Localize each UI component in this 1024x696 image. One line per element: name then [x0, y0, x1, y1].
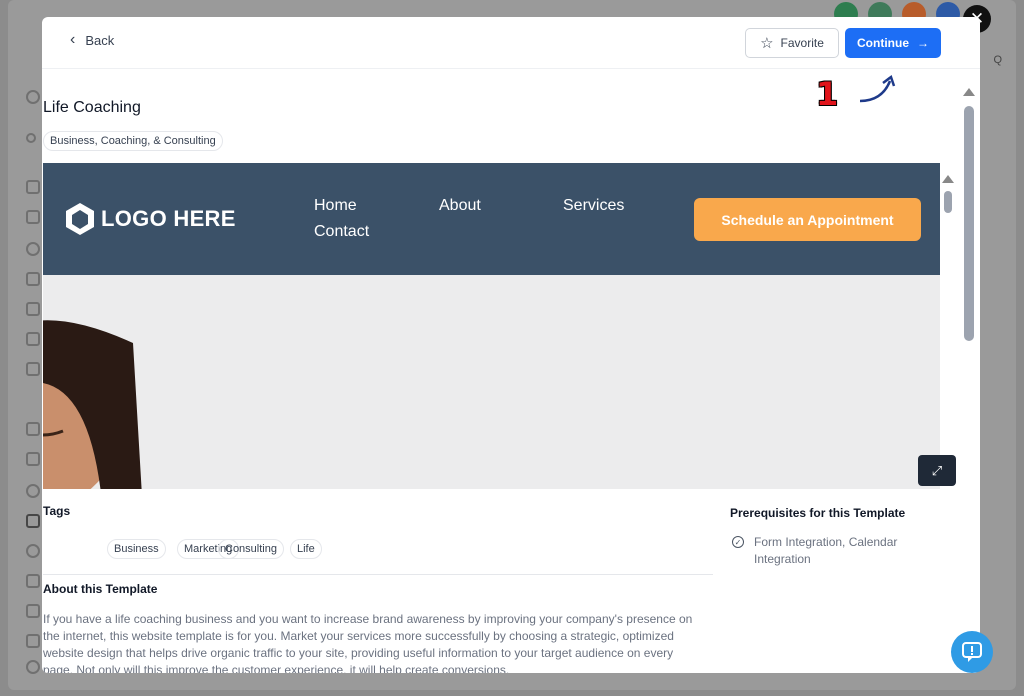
back-label: Back — [85, 32, 115, 48]
tags-heading: Tags — [43, 504, 71, 518]
tag-chip: Consulting — [218, 539, 284, 559]
check-circle-icon: ✓ — [732, 536, 744, 548]
section-divider — [43, 574, 713, 575]
preview-nav-about[interactable]: About — [439, 197, 481, 215]
about-heading: About this Template — [43, 582, 158, 596]
about-description: If you have a life coaching business and… — [43, 612, 693, 673]
preview-logo: LOGO HERE — [63, 201, 236, 237]
preview-scrollbar[interactable] — [940, 163, 956, 489]
preview-nav-home[interactable]: Home — [314, 197, 357, 215]
back-button[interactable]: ‹ Back — [70, 32, 114, 48]
modal-scrollbar[interactable] — [961, 80, 977, 670]
favorite-button[interactable]: ☆ Favorite — [745, 28, 839, 58]
chart-icon — [26, 634, 40, 648]
play-icon — [26, 484, 40, 498]
avatar-icon — [26, 90, 40, 104]
calendar-icon — [26, 272, 40, 286]
prerequisites-heading: Prerequisites for this Template — [730, 506, 906, 520]
preview-nav-contact[interactable]: Contact — [314, 223, 369, 241]
logo-text: LOGO HERE — [101, 206, 236, 231]
continue-button[interactable]: Continue → — [845, 28, 941, 58]
send-icon — [26, 452, 40, 466]
search-icon — [26, 133, 36, 143]
chevron-left-icon: ‹ — [70, 31, 76, 48]
sparkle-icon — [26, 422, 40, 436]
category-chip: Business, Coaching, & Consulting — [43, 131, 223, 151]
page-title: Life Coaching — [43, 99, 141, 116]
logo-hexagon-icon — [66, 203, 94, 235]
continue-label: Continue — [857, 36, 909, 50]
sites-icon — [26, 514, 40, 528]
chat-icon — [26, 242, 40, 256]
favorite-label: Favorite — [780, 36, 824, 50]
template-modal: ‹ Back ☆ Favorite Continue → 1 Life Coac… — [42, 17, 980, 673]
prerequisite-text: Form Integration, Calendar Integration — [754, 535, 898, 566]
template-preview: LOGO HERE Home About Services Contact Sc… — [43, 163, 940, 489]
image-icon — [26, 574, 40, 588]
settings-icon — [26, 660, 40, 674]
modal-header: ‹ Back ☆ Favorite Continue → — [42, 17, 980, 69]
inbox-icon — [26, 302, 40, 316]
arrow-right-icon: → — [917, 36, 929, 50]
hero-woman-image — [43, 320, 142, 489]
schedule-appointment-button[interactable]: Schedule an Appointment — [694, 198, 921, 241]
expand-icon: ⤢ — [931, 462, 943, 478]
star-outline-icon: ☆ — [760, 35, 774, 52]
expand-preview-button[interactable]: ⤢ — [918, 455, 956, 486]
file-icon — [26, 362, 40, 376]
tag-chip: Life — [290, 539, 322, 559]
star-icon — [26, 604, 40, 618]
chat-bubble-icon — [962, 642, 982, 662]
dashboard-icon — [26, 210, 40, 224]
background-label: Q — [993, 54, 1002, 66]
help-chat-button[interactable] — [951, 631, 993, 673]
network-icon — [26, 332, 40, 346]
award-icon — [26, 544, 40, 558]
preview-navbar: LOGO HERE Home About Services Contact Sc… — [43, 163, 940, 275]
preview-nav-services[interactable]: Services — [563, 197, 624, 215]
modal-body: Life Coaching Business, Coaching, & Cons… — [42, 70, 980, 673]
rocket-icon — [26, 180, 40, 194]
tag-chip: Business — [107, 539, 166, 559]
prerequisite-item: ✓ Form Integration, Calendar Integration — [732, 534, 914, 568]
